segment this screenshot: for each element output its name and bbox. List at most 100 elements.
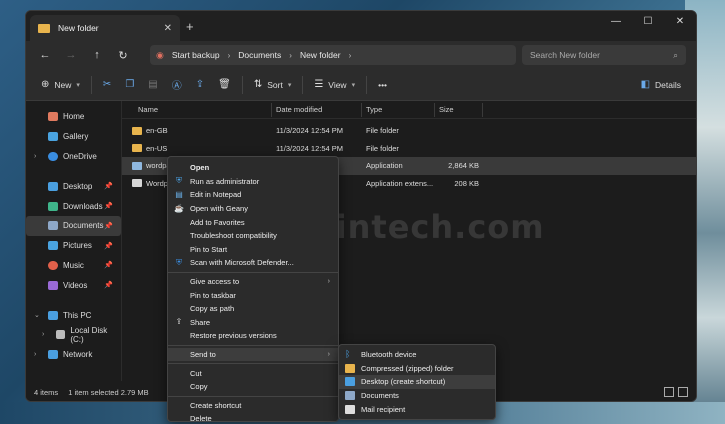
- network-icon: [48, 350, 58, 360]
- new-tab-button[interactable]: +: [186, 19, 194, 34]
- sidebar-item-documents[interactable]: Documents 📌: [26, 215, 121, 236]
- breadcrumb-start-backup[interactable]: Start backup: [172, 50, 220, 60]
- sidebar-item-pictures[interactable]: Pictures 📌: [26, 236, 121, 256]
- menu-item-delete[interactable]: Delete: [168, 412, 338, 424]
- up-button[interactable]: ↑: [84, 49, 110, 61]
- column-header-type[interactable]: Type: [362, 102, 435, 117]
- menu-item-send-to[interactable]: Send to ›: [168, 347, 338, 362]
- sidebar-item-desktop[interactable]: Desktop 📌: [26, 176, 121, 196]
- submenu-item-bluetooth[interactable]: ᛒ Bluetooth device: [339, 348, 495, 362]
- menu-item-give-access[interactable]: Give access to ›: [168, 275, 338, 289]
- column-header-name[interactable]: Name: [122, 102, 272, 117]
- sidebar-item-label: Music: [63, 260, 84, 270]
- search-input[interactable]: Search New folder ⌕: [522, 45, 686, 65]
- chevron-right-icon[interactable]: ›: [34, 351, 44, 358]
- sort-button[interactable]: ⇅ Sort ▾: [247, 73, 299, 97]
- chevron-down-icon[interactable]: ⌄: [34, 311, 44, 319]
- music-icon: [48, 260, 58, 270]
- tiles-view-icon[interactable]: [678, 387, 688, 397]
- copy-button[interactable]: ❐: [118, 73, 141, 97]
- menu-item-edit-notepad[interactable]: ▤ Edit in Notepad: [168, 188, 338, 202]
- sidebar-item-gallery[interactable]: Gallery: [26, 127, 121, 147]
- cut-button[interactable]: ✂: [96, 73, 118, 97]
- table-row[interactable]: en-GB 11/3/2024 12:54 PM File folder: [122, 122, 696, 140]
- tab-new-folder[interactable]: New folder ✕: [30, 15, 180, 41]
- menu-item-open-geany[interactable]: ☕ Open with Geany: [168, 202, 338, 216]
- chevron-right-icon: ›: [327, 278, 330, 286]
- sidebar-item-downloads[interactable]: Downloads 📌: [26, 196, 121, 216]
- forward-button[interactable]: →: [58, 49, 84, 61]
- share-button[interactable]: ⇪: [189, 73, 211, 97]
- new-label: New: [54, 79, 72, 90]
- paste-button[interactable]: ▤: [141, 73, 164, 97]
- table-row[interactable]: en-US 11/3/2024 12:54 PM File folder: [122, 140, 696, 158]
- folder-icon: [132, 126, 142, 135]
- submenu-item-mail[interactable]: Mail recipient: [339, 402, 495, 416]
- delete-button[interactable]: 🗑: [211, 73, 238, 97]
- breadcrumb[interactable]: ◉ Start backup › Documents › New folder …: [150, 45, 516, 65]
- folder-icon: [38, 23, 50, 33]
- chevron-right-icon[interactable]: ›: [349, 51, 352, 60]
- submenu-item-compressed[interactable]: Compressed (zipped) folder: [339, 362, 495, 376]
- scissors-icon: ✂: [102, 79, 112, 90]
- details-view-icon[interactable]: [664, 387, 674, 397]
- sidebar-item-network[interactable]: › Network: [26, 345, 121, 365]
- refresh-button[interactable]: ↻: [110, 49, 136, 62]
- more-button[interactable]: •••: [371, 73, 394, 97]
- sidebar-item-onedrive[interactable]: › OneDrive: [26, 147, 121, 167]
- menu-item-copy-path[interactable]: Copy as path: [168, 302, 338, 316]
- chevron-right-icon[interactable]: ›: [42, 331, 52, 338]
- breadcrumb-new-folder[interactable]: New folder: [300, 50, 341, 60]
- close-window-button[interactable]: ✕: [664, 11, 696, 41]
- column-header-size[interactable]: Size: [435, 102, 483, 117]
- column-header-date[interactable]: Date modified: [272, 102, 362, 117]
- divider: [302, 75, 304, 94]
- submenu-item-documents[interactable]: Documents: [339, 389, 495, 403]
- pin-icon: 📌: [104, 242, 113, 250]
- copy-icon: ❐: [125, 79, 135, 90]
- menu-item-scan-defender[interactable]: ⛨ Scan with Microsoft Defender...: [168, 256, 338, 270]
- menu-item-add-favorites[interactable]: Add to Favorites: [168, 215, 338, 229]
- search-placeholder: Search New folder: [530, 50, 600, 60]
- menu-item-create-shortcut[interactable]: Create shortcut: [168, 399, 338, 413]
- rename-button[interactable]: Ⓐ: [165, 73, 189, 97]
- submenu-item-desktop[interactable]: Desktop (create shortcut): [339, 375, 495, 389]
- sidebar-item-label: Pictures: [63, 241, 92, 251]
- file-date: 11/3/2024 12:54 PM: [276, 143, 343, 153]
- shield-icon: ⛨: [176, 176, 182, 186]
- desktop-icon: [345, 377, 355, 387]
- sidebar-item-home[interactable]: Home: [26, 107, 121, 127]
- details-button[interactable]: ◧ Details: [634, 73, 688, 97]
- menu-item-restore-versions[interactable]: Restore previous versions: [168, 329, 338, 343]
- backup-icon: ◉: [156, 49, 164, 60]
- file-type: File folder: [366, 143, 399, 153]
- context-menu: Open ⛨ Run as administrator ▤ Edit in Note…: [167, 156, 339, 424]
- divider: [366, 75, 368, 94]
- minimize-button[interactable]: —: [600, 11, 632, 41]
- menu-item-pin-taskbar[interactable]: Pin to taskbar: [168, 288, 338, 302]
- sidebar-item-videos[interactable]: Videos 📌: [26, 275, 121, 295]
- maximize-button[interactable]: ☐: [632, 11, 664, 41]
- file-name: en-US: [146, 143, 168, 153]
- menu-item-share[interactable]: ⇪ Share: [168, 316, 338, 330]
- menu-item-run-as-admin[interactable]: ⛨ Run as administrator: [168, 175, 338, 189]
- menu-item-copy[interactable]: Copy: [168, 380, 338, 394]
- menu-item-troubleshoot[interactable]: Troubleshoot compatibility: [168, 229, 338, 243]
- share-icon: ⇪: [175, 317, 183, 327]
- new-button[interactable]: ⊕ New ▾: [34, 73, 87, 97]
- breadcrumb-documents[interactable]: Documents: [238, 50, 281, 60]
- title-bar: New folder ✕ + — ☐ ✕: [26, 11, 696, 41]
- view-button[interactable]: ☰ View ▾: [307, 73, 362, 97]
- sidebar-item-local-disk[interactable]: › Local Disk (C:): [26, 325, 121, 345]
- close-tab-icon[interactable]: ✕: [164, 23, 172, 34]
- menu-item-cut[interactable]: Cut: [168, 366, 338, 380]
- share-icon: ⇪: [195, 79, 205, 90]
- chevron-right-icon[interactable]: ›: [34, 153, 44, 160]
- menu-item-open[interactable]: Open: [168, 161, 338, 175]
- view-label: View: [328, 79, 347, 90]
- pin-icon: 📌: [104, 262, 113, 270]
- back-button[interactable]: ←: [32, 49, 58, 61]
- menu-item-pin-start[interactable]: Pin to Start: [168, 243, 338, 257]
- sidebar-item-this-pc[interactable]: ⌄ This PC: [26, 305, 121, 325]
- sidebar-item-music[interactable]: Music 📌: [26, 256, 121, 276]
